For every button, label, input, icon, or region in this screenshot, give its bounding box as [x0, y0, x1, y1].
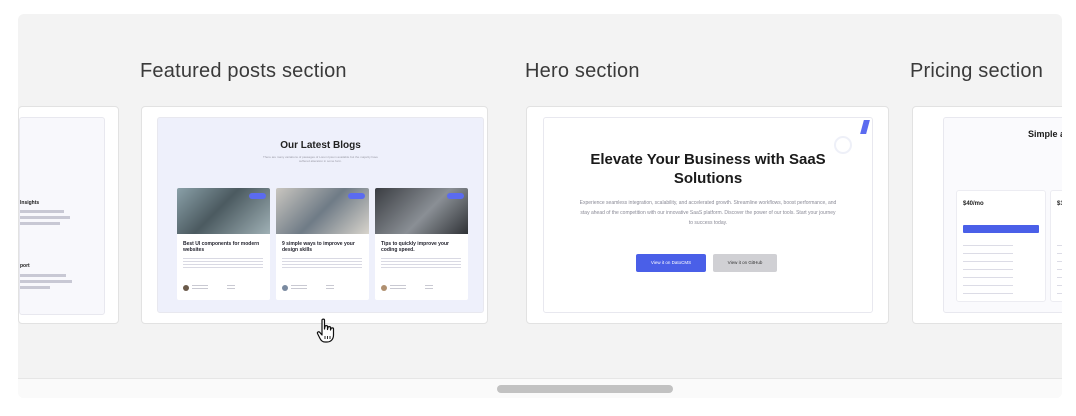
template-card-pricing[interactable]: Simple a $40/mo $1	[912, 106, 1062, 324]
author-avatar	[183, 285, 189, 291]
view-on-github-button: View it on GitHub	[713, 254, 777, 272]
section-label-hero: Hero section	[525, 60, 640, 82]
template-card-featured-posts[interactable]: Our Latest Blogs There are many variatio…	[141, 106, 488, 324]
preview-text-line	[20, 210, 64, 213]
blog-title: Our Latest Blogs	[280, 140, 361, 151]
post-date	[425, 285, 433, 290]
blog-subtitle: There are many variations of passages of…	[263, 155, 378, 163]
post-title: Tips to quickly improve your coding spee…	[381, 241, 449, 253]
plan-price: $1	[1057, 201, 1062, 207]
post-category-badge	[348, 193, 365, 199]
preview-text-line	[20, 274, 66, 277]
preview-heading: Insights	[20, 200, 40, 206]
plan-features	[963, 245, 1013, 295]
plan-features	[1057, 245, 1062, 295]
author-avatar	[381, 285, 387, 291]
view-on-datocms-button: View it on DatoCMS	[636, 254, 706, 272]
featured-posts-preview: Our Latest Blogs There are many variatio…	[157, 117, 484, 313]
pricing-title: Simple a	[1028, 129, 1062, 139]
post-date	[227, 285, 235, 290]
hero-title: Elevate Your Business with SaaS Solution…	[590, 151, 826, 187]
section-label-pricing: Pricing section	[910, 60, 1044, 82]
post-date	[326, 285, 334, 290]
section-label-featured-posts: Featured posts section	[140, 60, 347, 82]
preview-heading: port	[20, 263, 30, 269]
preview-text-line	[20, 216, 70, 219]
author-meta	[192, 285, 208, 290]
author-meta	[390, 285, 406, 290]
blog-post-card: 9 simple ways to improve your design ski…	[276, 188, 369, 300]
post-title: 9 simple ways to improve your design ski…	[282, 241, 355, 253]
scrollbar-thumb[interactable]	[497, 385, 673, 393]
plan-cta-button	[963, 225, 1039, 233]
blog-post-card: Best UI components for modern websites	[177, 188, 270, 300]
pricing-preview: Simple a $40/mo $1	[943, 117, 1062, 313]
blog-post-card: Tips to quickly improve your coding spee…	[375, 188, 468, 300]
template-card-previous[interactable]: Insights port	[18, 106, 119, 324]
post-excerpt	[282, 258, 362, 268]
author-meta	[291, 285, 307, 290]
preview-text-line	[20, 286, 50, 289]
post-category-badge	[249, 193, 266, 199]
template-carousel[interactable]: Insights port Featured posts section Our…	[18, 14, 1062, 398]
hero-preview: Elevate Your Business with SaaS Solution…	[543, 117, 873, 313]
post-category-badge	[447, 193, 464, 199]
template-preview: Insights port	[19, 117, 105, 315]
preview-text-line	[20, 222, 60, 225]
template-card-hero[interactable]: Elevate Your Business with SaaS Solution…	[526, 106, 889, 324]
hand-pointer-cursor-icon	[316, 318, 338, 349]
decorative-shape	[860, 120, 870, 134]
post-excerpt	[183, 258, 263, 268]
author-avatar	[282, 285, 288, 291]
pricing-plan-card: $40/mo	[956, 190, 1046, 302]
post-excerpt	[381, 258, 461, 268]
pricing-plan-card: $1	[1050, 190, 1062, 302]
plan-price: $40/mo	[963, 201, 984, 207]
preview-text-line	[20, 280, 72, 283]
post-title: Best UI components for modern websites	[183, 241, 260, 253]
hero-description: Experience seamless integration, scalabi…	[579, 200, 837, 226]
horizontal-scrollbar[interactable]	[18, 378, 1062, 398]
